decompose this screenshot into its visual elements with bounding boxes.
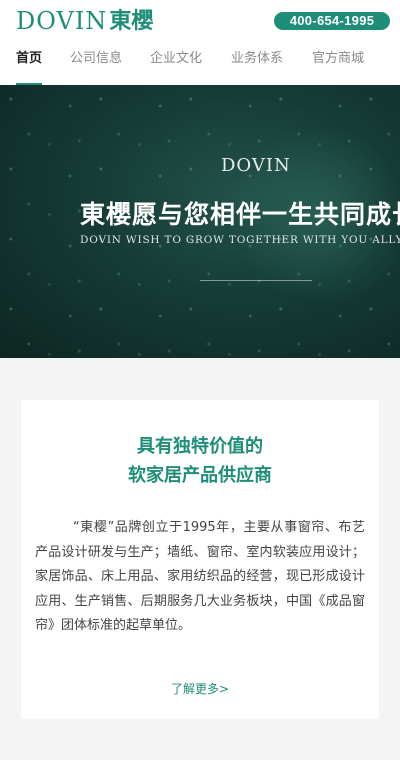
nav-tab-official-store[interactable]: 官方商城 — [312, 42, 364, 85]
nav-tab-business-system[interactable]: 业务体系 — [231, 42, 283, 85]
intro-title: 具有独特价值的 软家居产品供应商 — [21, 432, 379, 490]
intro-card: 具有独特价值的 软家居产品供应商 “東樱”品牌创立于1995年，主要从事窗帘、布… — [21, 400, 379, 719]
nav-tab-home[interactable]: 首页 — [16, 42, 42, 85]
banner-subtitle: DOVIN WISH TO GROW TOGETHER WITH YOU ALL… — [80, 234, 400, 246]
hero-banner[interactable]: DOVIN 東櫻愿与您相伴一生共同成长 DOVIN WISH TO GROW T… — [0, 85, 400, 358]
nav-tab-company-info[interactable]: 公司信息 — [70, 42, 122, 85]
main-nav: 首页 公司信息 企业文化 业务体系 官方商城 — [0, 42, 400, 85]
banner-logo: DOVIN — [221, 155, 291, 176]
nav-tab-corporate-culture[interactable]: 企业文化 — [150, 42, 202, 85]
logo-chinese-text: 東櫻 — [109, 8, 154, 34]
banner-divider — [200, 280, 312, 281]
intro-title-line-1: 具有独特价值的 — [137, 436, 263, 457]
brand-logo[interactable]: DOVIN 東櫻 — [16, 8, 153, 34]
logo-latin-text: DOVIN — [16, 7, 108, 35]
learn-more-link[interactable]: 了解更多> — [21, 680, 379, 697]
intro-body-text: “東樱”品牌创立于1995年，主要从事窗帘、布艺产品设计研发与生产；墙纸、窗帘、… — [35, 520, 365, 633]
intro-title-line-2: 软家居产品供应商 — [128, 465, 272, 486]
hotline-phone-badge[interactable]: 400-654-1995 — [274, 12, 390, 30]
site-header: DOVIN 東櫻 400-654-1995 — [0, 0, 400, 42]
banner-title: 東櫻愿与您相伴一生共同成长 — [80, 200, 400, 229]
